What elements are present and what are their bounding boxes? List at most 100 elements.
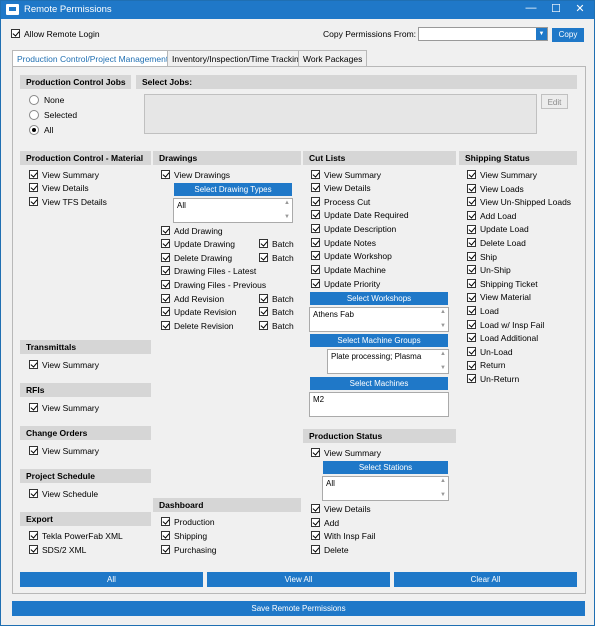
- shipping-option[interactable]: Update Load: [467, 223, 529, 235]
- radio-icon[interactable]: [29, 124, 39, 135]
- drawings-view[interactable]: View Drawings: [161, 169, 230, 181]
- pcm-view-tfs-details[interactable]: View TFS Details: [29, 196, 107, 208]
- drawings-delete-batch[interactable]: Batch: [259, 252, 294, 264]
- close-button[interactable]: ✕: [573, 2, 587, 15]
- shipping-option[interactable]: Un-Ship: [467, 264, 511, 276]
- checkbox-icon[interactable]: [311, 183, 320, 193]
- production-status-add[interactable]: Add: [311, 517, 339, 529]
- checkbox-icon[interactable]: [311, 224, 320, 234]
- checkbox-icon[interactable]: [467, 251, 476, 261]
- shipping-option[interactable]: Un-Return: [467, 373, 519, 385]
- select-jobs-list[interactable]: [144, 94, 537, 134]
- drawings-update[interactable]: Update Drawing: [161, 238, 235, 250]
- checkbox-icon[interactable]: [467, 238, 476, 248]
- checkbox-icon[interactable]: [161, 170, 170, 180]
- checkbox-icon[interactable]: [29, 360, 38, 370]
- cut-lists-update-workshop[interactable]: Update Workshop: [311, 250, 392, 262]
- drawings-update-revision[interactable]: Update Revision: [161, 306, 236, 318]
- export-sds2[interactable]: SDS/2 XML: [29, 544, 86, 556]
- drawings-delete-revision-batch[interactable]: Batch: [259, 320, 294, 332]
- drawings-update-batch[interactable]: Batch: [259, 238, 294, 250]
- shipping-option[interactable]: Shipping Ticket: [467, 278, 538, 290]
- checkbox-icon[interactable]: [161, 226, 170, 236]
- checkbox-icon[interactable]: [311, 448, 320, 458]
- checkbox-icon[interactable]: [467, 292, 476, 302]
- scroll-arrows-icon[interactable]: ▲ ▼: [284, 200, 290, 221]
- checkbox-icon[interactable]: [311, 279, 320, 289]
- allow-remote-login-checkbox[interactable]: Allow Remote Login: [11, 28, 100, 40]
- checkbox-icon[interactable]: [311, 170, 320, 180]
- checkbox-icon[interactable]: [467, 211, 476, 221]
- drawings-add[interactable]: Add Drawing: [161, 225, 223, 237]
- select-drawing-types-button[interactable]: Select Drawing Types: [174, 183, 292, 196]
- shipping-option[interactable]: Return: [467, 359, 506, 371]
- checkbox-icon[interactable]: [29, 545, 38, 555]
- radio-none[interactable]: None: [29, 94, 64, 106]
- drawings-add-revision[interactable]: Add Revision: [161, 293, 224, 305]
- select-machine-groups-button[interactable]: Select Machine Groups: [310, 334, 448, 347]
- shipping-option[interactable]: Add Load: [467, 210, 516, 222]
- cut-lists-view-summary[interactable]: View Summary: [311, 169, 381, 181]
- shipping-option[interactable]: Load w/ Insp Fail: [467, 319, 544, 331]
- clear-all-button[interactable]: Clear All: [394, 572, 577, 587]
- production-status-view-summary[interactable]: View Summary: [311, 447, 381, 459]
- workshops-list[interactable]: Athens Fab ▲ ▼: [309, 307, 449, 332]
- drawings-update-revision-batch[interactable]: Batch: [259, 306, 294, 318]
- checkbox-icon[interactable]: [259, 253, 268, 263]
- rfis-view-summary[interactable]: View Summary: [29, 402, 99, 414]
- chevron-down-icon[interactable]: ▼: [536, 28, 547, 40]
- export-tekla[interactable]: Tekla PowerFab XML: [29, 530, 123, 542]
- checkbox-icon[interactable]: [467, 197, 476, 207]
- shipping-option[interactable]: Delete Load: [467, 237, 526, 249]
- cut-lists-view-details[interactable]: View Details: [311, 182, 371, 194]
- checkbox-icon[interactable]: [259, 321, 268, 331]
- tab-work-packages[interactable]: Work Packages: [298, 50, 368, 66]
- checkbox-icon[interactable]: [161, 239, 170, 249]
- select-workshops-button[interactable]: Select Workshops: [310, 292, 448, 305]
- checkbox-icon[interactable]: [161, 307, 170, 317]
- production-status-view-details[interactable]: View Details: [311, 503, 371, 515]
- all-button[interactable]: All: [20, 572, 203, 587]
- radio-icon[interactable]: [29, 94, 39, 105]
- checkbox-icon[interactable]: [467, 265, 476, 275]
- drawing-types-list[interactable]: All ▲ ▼: [173, 198, 293, 223]
- checkbox-icon[interactable]: [467, 360, 476, 370]
- checkbox-icon[interactable]: [161, 253, 170, 263]
- checkbox-icon[interactable]: [161, 531, 170, 541]
- shipping-option[interactable]: Ship: [467, 251, 497, 263]
- checkbox-icon[interactable]: [311, 518, 320, 528]
- drawings-files-previous[interactable]: Drawing Files - Previous: [161, 279, 266, 291]
- cut-lists-update-description[interactable]: Update Description: [311, 223, 396, 235]
- checkbox-icon[interactable]: [467, 170, 476, 180]
- cut-lists-update-date-required[interactable]: Update Date Required: [311, 209, 409, 221]
- tab-production-control[interactable]: Production Control/Project Management: [12, 50, 174, 67]
- list-item[interactable]: M2: [313, 395, 324, 404]
- drawings-files-latest[interactable]: Drawing Files - Latest: [161, 265, 256, 277]
- checkbox-icon[interactable]: [467, 333, 476, 343]
- checkbox-icon[interactable]: [29, 197, 38, 207]
- checkbox-icon[interactable]: [29, 531, 38, 541]
- checkbox-icon[interactable]: [259, 239, 268, 249]
- checkbox-icon[interactable]: [467, 279, 476, 289]
- checkbox-icon[interactable]: [161, 517, 170, 527]
- radio-all[interactable]: All: [29, 124, 53, 136]
- drawings-add-revision-batch[interactable]: Batch: [259, 293, 294, 305]
- scroll-arrows-icon[interactable]: ▲ ▼: [440, 351, 446, 372]
- shipping-option[interactable]: View Summary: [467, 169, 537, 181]
- checkbox-icon[interactable]: [259, 307, 268, 317]
- pcm-view-summary[interactable]: View Summary: [29, 169, 99, 181]
- project-schedule-view[interactable]: View Schedule: [29, 488, 98, 500]
- dashboard-production[interactable]: Production: [161, 516, 215, 528]
- scroll-arrows-icon[interactable]: ▲ ▼: [440, 478, 446, 499]
- stations-list[interactable]: All ▲ ▼: [322, 476, 449, 501]
- drawings-delete[interactable]: Delete Drawing: [161, 252, 232, 264]
- cut-lists-process-cut[interactable]: Process Cut: [311, 196, 370, 208]
- checkbox-icon[interactable]: [29, 403, 38, 413]
- production-status-delete[interactable]: Delete: [311, 544, 349, 556]
- checkbox-icon[interactable]: [161, 545, 170, 555]
- dashboard-purchasing[interactable]: Purchasing: [161, 544, 217, 556]
- checkbox-icon[interactable]: [311, 238, 320, 248]
- machine-groups-list[interactable]: Plate processing; Plasma ▲ ▼: [327, 349, 449, 374]
- checkbox-icon[interactable]: [161, 321, 170, 331]
- copy-button[interactable]: Copy: [552, 28, 584, 42]
